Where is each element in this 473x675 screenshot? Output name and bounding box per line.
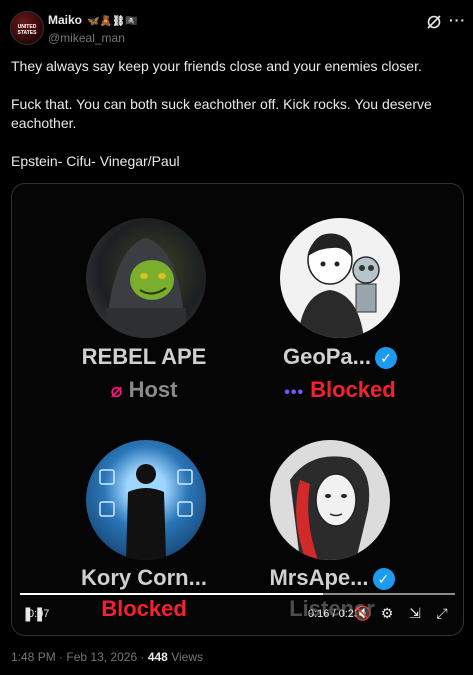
avatar-badge-text: UNITED STATES <box>17 24 37 36</box>
speaker-name: REBEL APE <box>81 344 207 369</box>
views-count: 448 <box>147 650 168 664</box>
author-handle[interactable]: @mikeal_man <box>48 31 125 45</box>
speaker-name: GeoPa... ✓ <box>240 344 440 370</box>
tweet-meta: 1:48 PM · Feb 13, 2026 · 448 Views <box>11 650 203 664</box>
author-name-emojis: 🦋🧸⛓🏴‍☠️ <box>87 16 138 27</box>
speaking-dots-icon: ••• <box>284 384 305 401</box>
fullscreen-icon[interactable]: ⤢ <box>434 605 450 621</box>
tweet-date[interactable]: Feb 13, 2026 <box>66 650 137 664</box>
speaker-avatar <box>86 440 206 560</box>
speaker-role: ⌀ Host <box>44 377 244 403</box>
anime-boy-robot-icon <box>298 233 380 338</box>
speaker-avatar <box>280 218 400 338</box>
tweet-paragraph: They always say keep your friends close … <box>11 58 422 74</box>
tweet-paragraph: Epstein- Cifu- Vinegar/Paul <box>11 153 180 169</box>
illustrated-woman-icon <box>290 456 370 560</box>
pop-out-icon[interactable]: ⇲ <box>407 605 423 621</box>
elapsed-time-left: 0:07 <box>28 608 50 620</box>
tweet-paragraph: Fuck that. You can both suck eachother o… <box>11 96 436 131</box>
video-time-display: 0:16 / 0:23 <box>308 608 360 620</box>
grok-icon[interactable] <box>426 14 442 30</box>
author-avatar[interactable]: UNITED STATES <box>10 11 44 45</box>
speaker-avatar <box>86 218 206 338</box>
more-options-icon[interactable]: ··· <box>449 12 466 28</box>
speaker-role: ••• Blocked <box>240 377 440 403</box>
verified-badge-icon: ✓ <box>372 568 395 591</box>
speaker-role: Blocked <box>101 596 187 621</box>
speaker-name: MrsApe... ✓ <box>232 565 432 591</box>
speaker-avatar <box>270 440 390 560</box>
author-name-text[interactable]: Maiko <box>48 13 82 27</box>
volume-muted-icon[interactable]: 🔇 <box>354 605 371 621</box>
mic-muted-icon: ⌀ <box>110 380 123 402</box>
tweet-time[interactable]: 1:48 PM <box>11 650 56 664</box>
video-progress-bar[interactable] <box>20 593 455 595</box>
speaker-name: Kory Corn... <box>81 565 207 590</box>
speaker-role-text: Blocked <box>310 377 396 402</box>
verified-badge-icon: ✓ <box>375 347 398 370</box>
speaker-role-text: Host <box>128 377 178 402</box>
video-player[interactable]: REBEL APE ⌀Host GeoPa...✓ •••Blocked <box>11 183 464 636</box>
meta-separator: · <box>59 650 64 664</box>
hooded-grinch-icon <box>106 238 186 338</box>
speaker-name-text: MrsApe... <box>269 565 369 590</box>
video-progress-fill <box>20 593 323 595</box>
views-label: Views <box>171 650 203 664</box>
meta-separator: · <box>140 650 145 664</box>
author-name[interactable]: Maiko 🦋🧸⛓🏴‍☠️ <box>48 13 137 27</box>
businessman-silhouette-icon <box>99 464 193 560</box>
settings-gear-icon[interactable]: ⚙ <box>379 605 395 621</box>
tweet-body: They always say keep your friends close … <box>11 57 461 190</box>
speaker-name-text: GeoPa... <box>282 344 372 369</box>
